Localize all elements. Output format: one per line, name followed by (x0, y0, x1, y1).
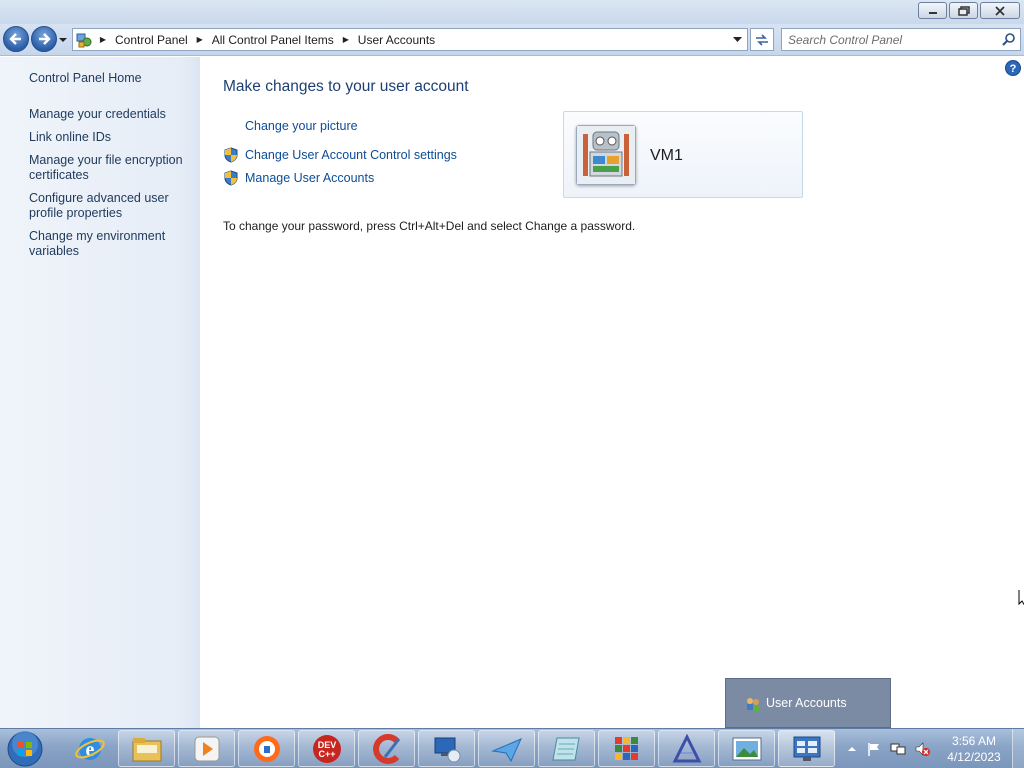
refresh-icon (756, 33, 768, 46)
restore-icon (957, 5, 970, 16)
taskbar-media-player[interactable] (178, 730, 235, 767)
forward-button[interactable] (31, 26, 57, 52)
ccleaner-icon (372, 733, 400, 764)
taskbar-notepad-app[interactable] (538, 730, 595, 767)
sidebar-item-control-panel-home[interactable]: Control Panel Home (29, 71, 194, 86)
clock-date: 4/12/2023 (947, 750, 1001, 764)
mail-app-icon (490, 737, 522, 762)
navigation-bar: ▶ Control Panel ▶ All Control Panel Item… (0, 24, 1024, 56)
dev-cpp-icon: DEV C++ (312, 734, 341, 763)
sidebar-item-environment-variables[interactable]: Change my environment variables (29, 229, 194, 259)
close-icon (995, 5, 1005, 16)
network-icon[interactable] (890, 741, 906, 757)
remote-desktop-icon (434, 737, 460, 762)
action-center-flag-icon[interactable] (866, 741, 882, 757)
taskbar-ccleaner[interactable] (358, 730, 415, 767)
breadcrumb: ▶ Control Panel ▶ All Control Panel Item… (95, 29, 439, 50)
breadcrumb-separator-icon[interactable]: ▶ (192, 35, 208, 44)
search-box (781, 28, 1021, 51)
uac-shield-icon (224, 147, 238, 163)
svg-text:?: ? (1010, 63, 1017, 75)
chevron-down-icon (732, 36, 742, 42)
change-picture-link[interactable]: Change your picture (245, 119, 358, 133)
system-clock[interactable]: 3:56 AM 4/12/2023 (945, 733, 1003, 765)
arrow-left-icon (9, 33, 21, 45)
taskbar-remote-desktop[interactable] (418, 730, 475, 767)
taskbar: e DEV C++ 3:56 AM 4/12/2023 (0, 728, 1024, 768)
breadcrumb-separator-icon[interactable]: ▶ (338, 35, 354, 44)
control-panel-icon (793, 736, 820, 761)
show-desktop-button[interactable] (1012, 729, 1024, 768)
user-name: VM1 (650, 147, 683, 164)
taskbar-security-app[interactable] (238, 730, 295, 767)
help-icon[interactable]: ? (1005, 60, 1021, 76)
windows-orb-icon (7, 731, 43, 767)
back-button[interactable] (3, 26, 29, 52)
control-panel-icon (76, 33, 92, 48)
sidebar-item-file-encryption[interactable]: Manage your file encryption certificates (29, 153, 194, 183)
window-title-bar (0, 0, 1024, 24)
photo-viewer-icon (732, 737, 761, 760)
sidebar-item-manage-credentials[interactable]: Manage your credentials (29, 107, 194, 122)
taskbar-avg[interactable] (598, 730, 655, 767)
popup-label: User Accounts (766, 696, 847, 710)
user-account-tile: VM1 (563, 111, 803, 198)
taskbar-mail-app[interactable] (478, 730, 535, 767)
security-app-icon (253, 735, 280, 762)
restore-button[interactable] (949, 2, 978, 19)
taskbar-file-explorer[interactable] (118, 730, 175, 767)
taskbar-dev-cpp[interactable]: DEV C++ (298, 730, 355, 767)
taskbar-internet-explorer[interactable]: e (61, 730, 118, 767)
sidebar-item-link-online-ids[interactable]: Link online IDs (29, 130, 194, 145)
manage-user-accounts-link[interactable]: Manage User Accounts (245, 171, 374, 185)
breadcrumb-user-accounts[interactable]: User Accounts (354, 33, 439, 47)
tasks-sidebar: Control Panel Home Manage your credentia… (0, 57, 200, 728)
password-instruction-text: To change your password, press Ctrl+Alt+… (223, 219, 636, 233)
sidebar-item-advanced-profile[interactable]: Configure advanced user profile properti… (29, 191, 194, 221)
notification-area: 3:56 AM 4/12/2023 (842, 729, 1024, 768)
robot-avatar-icon (577, 126, 635, 184)
search-icon[interactable] (1001, 32, 1016, 47)
notepad-app-icon (551, 737, 580, 760)
page-title: Make changes to your user account (223, 78, 469, 95)
breadcrumb-control-panel[interactable]: Control Panel (111, 33, 192, 47)
user-accounts-icon (747, 698, 759, 711)
vector-app-icon (672, 733, 701, 762)
avg-icon (614, 736, 638, 760)
taskbar-thumbnail-popup[interactable]: User Accounts (725, 678, 891, 728)
caption-buttons (918, 2, 1020, 19)
minimize-icon (928, 11, 937, 14)
breadcrumb-separator-icon[interactable]: ▶ (95, 35, 111, 44)
mouse-cursor-icon (1018, 590, 1024, 606)
breadcrumb-all-items[interactable]: All Control Panel Items (208, 33, 338, 47)
uac-settings-link[interactable]: Change User Account Control settings (245, 148, 457, 162)
file-explorer-icon (132, 737, 161, 761)
refresh-button[interactable] (750, 28, 774, 51)
address-bar[interactable]: ▶ Control Panel ▶ All Control Panel Item… (72, 28, 748, 51)
clock-time: 3:56 AM (951, 734, 997, 748)
start-button[interactable] (3, 730, 47, 768)
close-button[interactable] (980, 2, 1020, 19)
internet-explorer-icon: e (74, 737, 105, 761)
address-dropdown-button[interactable] (729, 31, 745, 48)
main-content: ? Make changes to your user account Chan… (200, 57, 1024, 728)
taskbar-control-panel[interactable] (778, 730, 835, 767)
minimize-button[interactable] (918, 2, 947, 19)
svg-text:DEVC++: DEV C++ (317, 740, 336, 759)
taskbar-vector-app[interactable] (658, 730, 715, 767)
taskbar-photo-viewer[interactable] (718, 730, 775, 767)
arrow-right-icon (39, 33, 51, 45)
show-hidden-icons-icon[interactable] (844, 741, 860, 757)
volume-muted-icon[interactable] (914, 741, 930, 757)
avatar[interactable] (576, 125, 636, 185)
search-input[interactable] (788, 31, 998, 48)
recent-pages-dropdown[interactable] (58, 35, 68, 45)
media-player-icon (194, 736, 219, 761)
uac-shield-icon (224, 170, 238, 186)
